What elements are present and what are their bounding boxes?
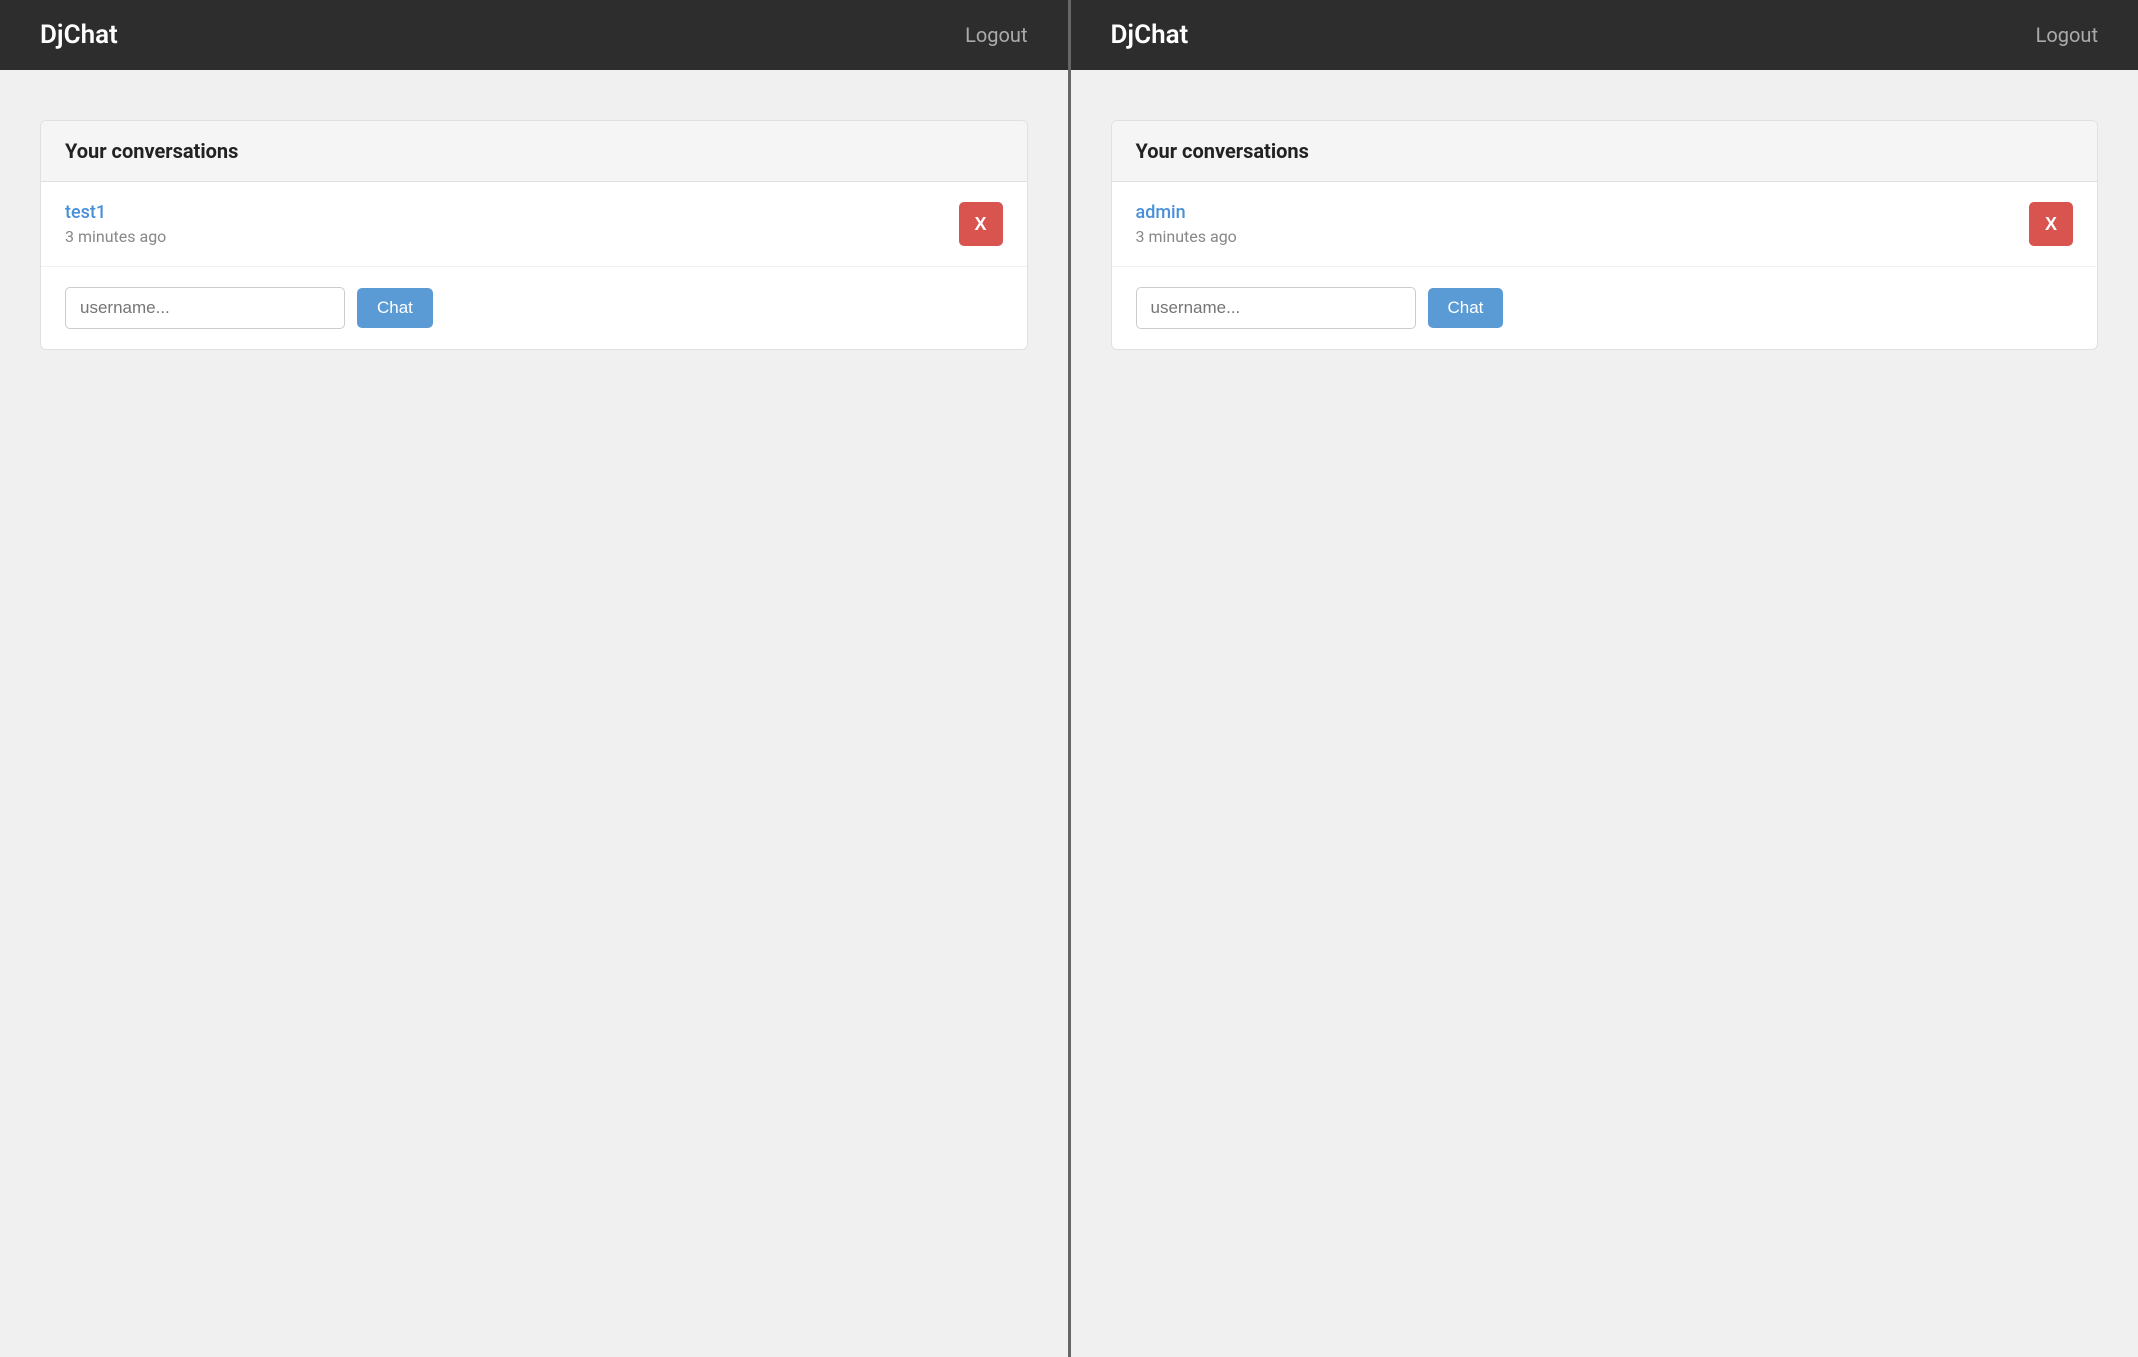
conversations-title-right: Your conversations [1136,139,1309,163]
conversation-username-right-0[interactable]: admin [1136,202,1237,223]
panel-left: DjChat Logout Your conversations test1 3… [0,0,1071,1357]
logout-button-left[interactable]: Logout [965,23,1027,47]
panel-right: DjChat Logout Your conversations admin 3… [1071,0,2138,1357]
delete-button-left-0[interactable]: X [959,202,1003,246]
conversations-title-left: Your conversations [65,139,238,163]
app-container: DjChat Logout Your conversations test1 3… [0,0,2138,1357]
new-chat-row-right: Chat [1112,267,2098,349]
logout-button-right[interactable]: Logout [2036,23,2098,47]
conversation-info-left-0: test1 3 minutes ago [65,202,166,246]
conversation-time-right-0: 3 minutes ago [1136,227,1237,246]
chat-button-left[interactable]: Chat [357,288,433,328]
panel-content-right: Your conversations admin 3 minutes ago X… [1071,70,2138,1357]
username-input-right[interactable] [1136,287,1416,329]
new-chat-row-left: Chat [41,267,1027,349]
conversations-header-left: Your conversations [41,121,1027,182]
conversation-item-right-0: admin 3 minutes ago X [1112,182,2098,267]
conversations-header-right: Your conversations [1112,121,2098,182]
conversation-info-right-0: admin 3 minutes ago [1136,202,1237,246]
delete-button-right-0[interactable]: X [2029,202,2073,246]
conversations-card-left: Your conversations test1 3 minutes ago X… [40,120,1028,350]
navbar-left: DjChat Logout [0,0,1068,70]
conversation-username-left-0[interactable]: test1 [65,202,166,223]
conversation-item-left-0: test1 3 minutes ago X [41,182,1027,267]
conversation-time-left-0: 3 minutes ago [65,227,166,246]
panel-content-left: Your conversations test1 3 minutes ago X… [0,70,1068,1357]
conversations-card-right: Your conversations admin 3 minutes ago X… [1111,120,2099,350]
chat-button-right[interactable]: Chat [1428,288,1504,328]
brand-logo-right[interactable]: DjChat [1111,20,1189,50]
username-input-left[interactable] [65,287,345,329]
navbar-right: DjChat Logout [1071,0,2138,70]
brand-logo-left[interactable]: DjChat [40,20,118,50]
